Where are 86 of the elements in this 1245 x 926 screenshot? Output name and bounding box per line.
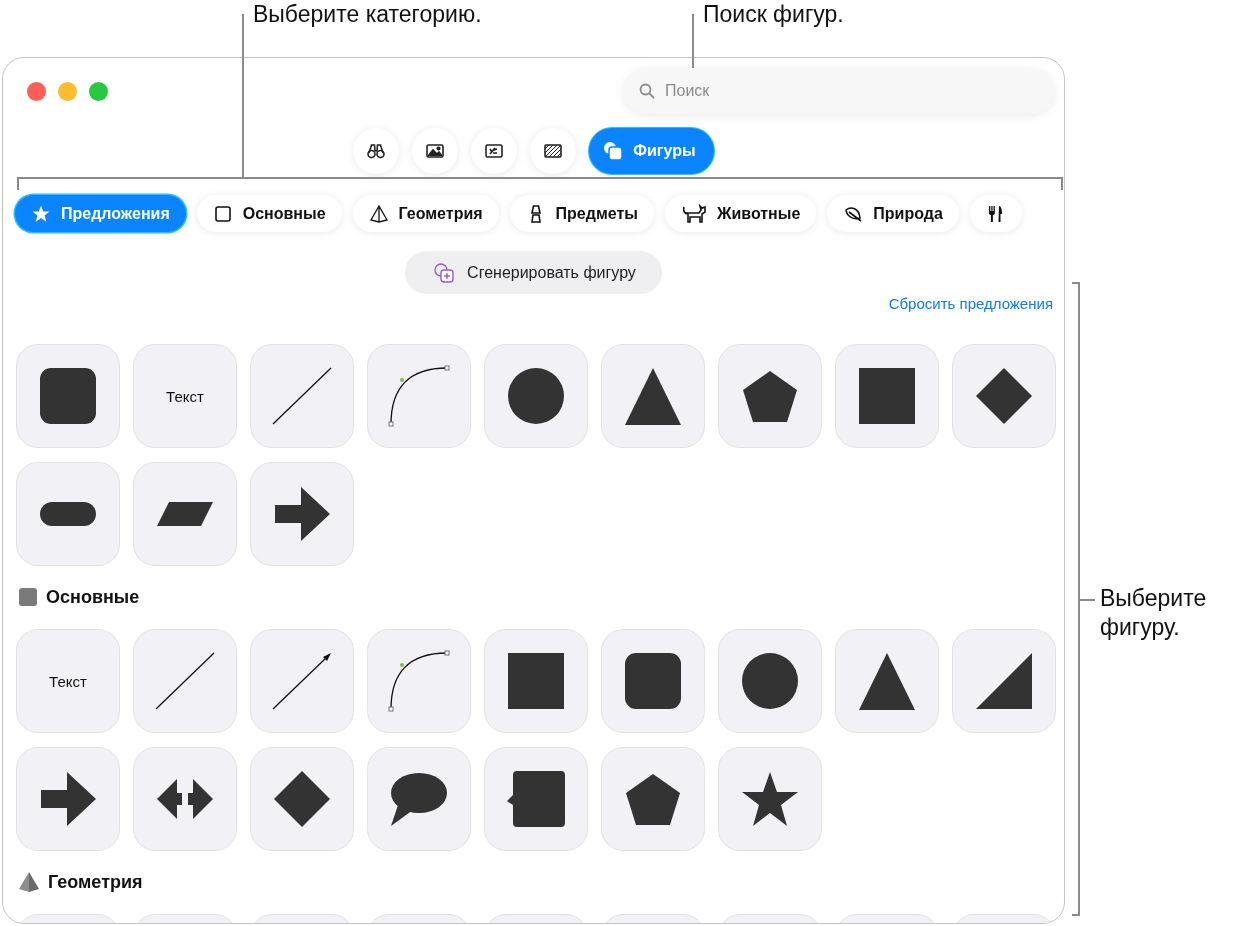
callout-text: Выберите фигуру. [1100,584,1208,642]
shape-tile[interactable] [601,747,705,851]
pattern-icon [543,141,564,161]
shape-tile[interactable] [367,747,471,851]
diamond-icon [976,368,1032,424]
callout-text: Выберите категорию. [253,0,482,29]
close-button[interactable] [27,81,46,101]
shape-tile[interactable] [367,344,471,448]
line-icon [155,652,215,710]
pyramid-icon [18,872,40,892]
square-icon [212,203,233,224]
category-tab[interactable]: Предметы [509,195,654,232]
curve-icon [388,650,450,712]
circle-icon [508,368,564,424]
square-icon [508,653,564,709]
shape-tile[interactable] [952,629,1056,733]
shape-tile[interactable] [601,629,705,733]
rounded-square-icon [40,368,96,424]
callout-text: Поиск фигур. [703,0,844,29]
triangle-icon [859,652,915,710]
shape-tile[interactable] [484,629,588,733]
pentagon-icon [626,773,680,825]
binoculars-icon [366,141,387,161]
line-icon [272,367,332,425]
category-tab[interactable]: Основные [196,195,342,232]
generate-button[interactable]: Сгенерировать фигуру [405,251,662,294]
triangle-icon [625,367,681,425]
reset-link[interactable]: Сбросить предложения [888,295,1053,312]
pentagon-icon [743,370,797,422]
parallelogram-icon [157,502,213,526]
shape-tile[interactable] [484,344,588,448]
category-tab[interactable]: Природа [827,195,959,232]
tab-button[interactable] [412,128,459,174]
shape-tile[interactable] [718,629,822,733]
category-tab[interactable]: Геометрия [352,195,499,232]
shape-tile[interactable] [718,747,822,851]
shape-tile[interactable] [835,344,939,448]
star-icon [742,772,798,826]
shape-tile[interactable] [133,747,237,851]
curve-icon [388,365,450,427]
speech-bubble-icon [391,772,447,826]
shape-tile[interactable] [16,747,120,851]
rounded-square-icon [625,653,681,709]
shape-tile[interactable] [718,344,822,448]
callout-icon [507,771,565,827]
shape-tile[interactable] [484,747,588,851]
diamond-icon [274,771,330,827]
shape-tile[interactable]: Текст [133,344,237,448]
image-icon [425,141,446,161]
shape-tile[interactable] [250,462,354,566]
tab-button[interactable] [530,128,577,174]
category-tab[interactable]: Животные [664,195,817,232]
shape-tile[interactable] [250,747,354,851]
arrow-icon [272,652,332,710]
shape-tile[interactable] [16,462,120,566]
section-title: Основные [46,586,140,608]
tab-button[interactable]: Фигуры [589,128,714,174]
tab-button[interactable] [471,128,518,174]
tab-button[interactable] [353,128,400,174]
shape-tile[interactable] [952,344,1056,448]
shape-tile[interactable] [367,629,471,733]
cat-icon [680,203,707,224]
arrow-icon [40,772,96,826]
category-tab[interactable]: Предложения [15,195,186,232]
shape-tile[interactable] [601,344,705,448]
pill-icon [40,502,96,526]
category-tab[interactable] [969,195,1022,232]
shape-tile[interactable] [16,344,120,448]
shape-tile[interactable] [133,462,237,566]
shape-tile[interactable] [133,629,237,733]
shape-tile[interactable]: Текст [16,629,120,733]
shapes-sparkle-icon [433,261,456,284]
sticker-icon [484,141,505,161]
triangle-icon [976,653,1032,709]
shape-tile[interactable] [250,344,354,448]
circle-icon [742,653,798,709]
shape-tile[interactable] [250,629,354,733]
search-field[interactable]: Поиск [623,68,1055,114]
pyramid-icon [368,203,389,224]
double-arrow-icon [157,779,213,819]
search-icon [639,83,655,99]
section-title: Геометрия [48,871,143,893]
shape-tile[interactable] [835,629,939,733]
arrow-icon [274,487,330,541]
square-icon [859,368,915,424]
square-icon [18,587,38,607]
